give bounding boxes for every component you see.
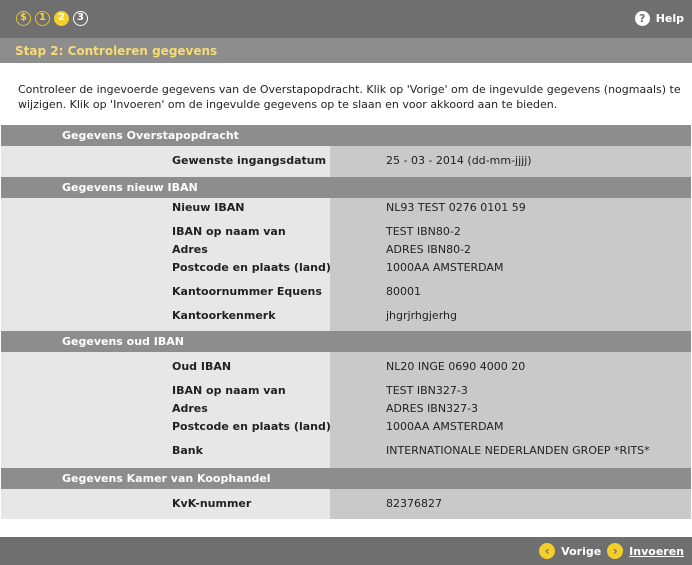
field-value: 82376827 — [386, 497, 442, 510]
section-body-nieuw-iban: Nieuw IBAN IBAN op naam van Adres Postco… — [1, 198, 691, 331]
step-indicator: $ 1 2 3 — [16, 11, 88, 26]
step-dollar[interactable]: $ — [16, 11, 31, 26]
field-label: Oud IBAN — [172, 360, 232, 373]
section-header-nieuw-iban: Gegevens nieuw IBAN — [1, 177, 691, 198]
field-value: 1000AA AMSTERDAM — [386, 420, 504, 433]
field-label: IBAN op naam van — [172, 225, 286, 238]
top-bar: $ 1 2 3 ? Help — [0, 0, 692, 38]
field-value: 80001 — [386, 285, 421, 298]
field-value: TEST IBN80-2 — [386, 225, 461, 238]
field-label: Bank — [172, 444, 203, 457]
chevron-right-icon[interactable]: › — [607, 543, 624, 559]
step-3[interactable]: 3 — [73, 11, 88, 26]
bottom-nav-bar: ‹ Vorige › Invoeren — [0, 537, 692, 565]
field-value: jhgrjrhgjerhg — [386, 309, 457, 322]
field-value: INTERNATIONALE NEDERLANDEN GROEP *RITS* — [386, 444, 650, 457]
field-value: NL93 TEST 0276 0101 59 — [386, 201, 526, 214]
field-label: Gewenste ingangsdatum — [172, 154, 327, 167]
section-body-oud-iban: Oud IBAN IBAN op naam van Adres Postcode… — [1, 352, 691, 468]
section-header-kvk: Gegevens Kamer van Koophandel — [1, 468, 691, 489]
section-body-overstap: Gewenste ingangsdatum 25 - 03 - 2014 (dd… — [1, 146, 691, 177]
page-title: Stap 2: Controleren gegevens — [15, 44, 218, 58]
submit-button[interactable]: Invoeren — [629, 545, 684, 558]
question-icon[interactable]: ? — [634, 11, 650, 26]
step-2-active[interactable]: 2 — [54, 11, 69, 26]
nav-buttons: ‹ Vorige › Invoeren — [539, 543, 684, 559]
field-value: 1000AA AMSTERDAM — [386, 261, 504, 274]
field-label: Kantoorkenmerk — [172, 309, 276, 322]
field-label: Kantoornummer Equens — [172, 285, 322, 298]
field-label: KvK-nummer — [172, 497, 252, 510]
field-label: Postcode en plaats (land) — [172, 420, 331, 433]
section-body-kvk: KvK-nummer 82376827 — [1, 489, 691, 519]
field-label: Adres — [172, 402, 208, 415]
field-label: Nieuw IBAN — [172, 201, 245, 214]
section-title: Gegevens oud IBAN — [62, 335, 184, 348]
field-label: IBAN op naam van — [172, 384, 286, 397]
step-1[interactable]: 1 — [35, 11, 50, 26]
prev-button[interactable]: Vorige — [561, 545, 601, 558]
section-title: Gegevens nieuw IBAN — [62, 181, 198, 194]
section-title: Gegevens Kamer van Koophandel — [62, 472, 271, 485]
field-value: ADRES IBN327-3 — [386, 402, 479, 415]
section-header-oud-iban: Gegevens oud IBAN — [1, 331, 691, 352]
step-title-bar: Stap 2: Controleren gegevens — [0, 38, 692, 63]
chevron-left-icon[interactable]: ‹ — [539, 543, 556, 559]
field-label: Postcode en plaats (land) — [172, 261, 331, 274]
field-value: TEST IBN327-3 — [386, 384, 468, 397]
intro-text: Controleer de ingevoerde gegevens van de… — [18, 83, 681, 111]
section-header-overstap: Gegevens Overstapopdracht — [1, 125, 691, 146]
section-title: Gegevens Overstapopdracht — [62, 129, 239, 142]
field-value: NL20 INGE 0690 4000 20 — [386, 360, 526, 373]
field-value: ADRES IBN80-2 — [386, 243, 472, 256]
help-label[interactable]: Help — [656, 12, 684, 25]
field-label: Adres — [172, 243, 208, 256]
summary-table: Gegevens Overstapopdracht Gewenste ingan… — [1, 125, 691, 519]
help-link[interactable]: ? Help — [634, 11, 684, 26]
field-value: 25 - 03 - 2014 (dd-mm-jjjj) — [386, 154, 532, 167]
